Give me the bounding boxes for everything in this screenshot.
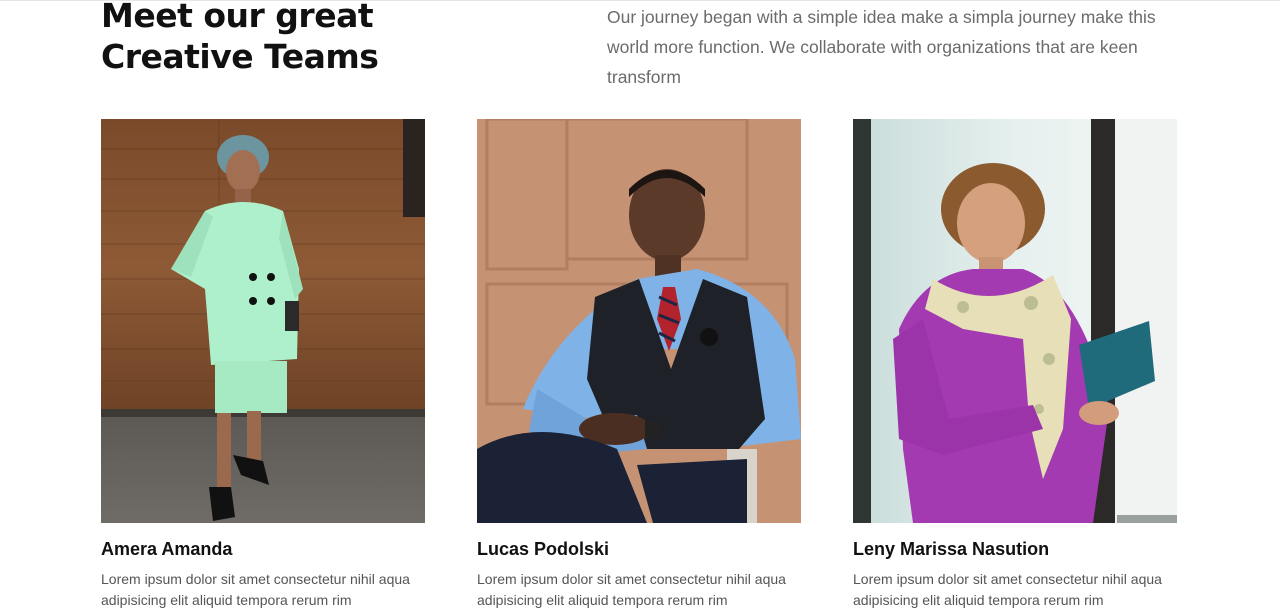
portrait-image: [101, 119, 425, 523]
description-line-1: Lorem ipsum dolor sit amet consectetur n…: [853, 571, 1162, 587]
team-section: Meet our great Creative Teams Our journe…: [0, 0, 1280, 611]
portrait-image: [853, 119, 1177, 523]
heading-line-2: Creative Teams: [101, 37, 379, 76]
heading-line-1: Meet our great: [101, 0, 374, 35]
description-line-2: adipisicing elit aliquid tempora rerum r…: [477, 592, 728, 608]
team-photo: [101, 119, 425, 523]
description-line-1: Lorem ipsum dolor sit amet consectetur n…: [477, 571, 786, 587]
section-heading: Meet our great Creative Teams: [101, 0, 521, 77]
team-photo: [477, 119, 801, 523]
description-line-2: adipisicing elit aliquid tempora rerum r…: [853, 592, 1104, 608]
member-description: Lorem ipsum dolor sit amet consectetur n…: [853, 569, 1183, 611]
team-photo: [853, 119, 1177, 523]
team-card-lucas: Lucas Podolski Lorem ipsum dolor sit ame…: [477, 119, 801, 611]
portrait-image: [477, 119, 801, 523]
description-line-2: adipisicing elit aliquid tempora rerum r…: [101, 592, 352, 608]
member-name: Lucas Podolski: [477, 539, 610, 559]
member-description: Lorem ipsum dolor sit amet consectetur n…: [477, 569, 807, 611]
member-description: Lorem ipsum dolor sit amet consectetur n…: [101, 569, 431, 611]
member-name: Leny Marissa Nasution: [853, 539, 1050, 559]
team-card-leny: Leny Marissa Nasution Lorem ipsum dolor …: [853, 119, 1177, 611]
team-card-amera: Amera Amanda Lorem ipsum dolor sit amet …: [101, 119, 425, 611]
description-line-1: Lorem ipsum dolor sit amet consectetur n…: [101, 571, 410, 587]
member-name: Amera Amanda: [101, 539, 233, 559]
section-intro: Our journey began with a simple idea mak…: [607, 7, 1156, 87]
